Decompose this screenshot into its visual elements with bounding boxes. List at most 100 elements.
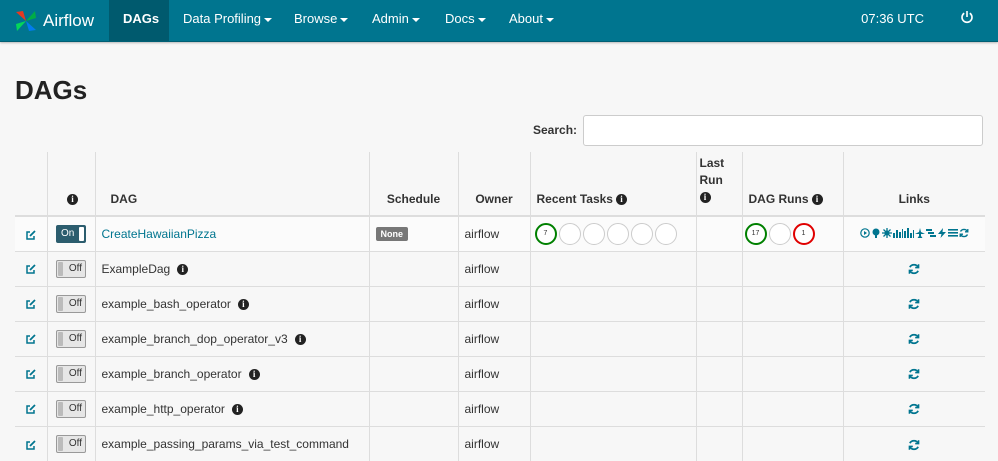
task-status-circle[interactable] xyxy=(582,222,605,245)
nav-docs[interactable]: Docs xyxy=(431,0,500,41)
recent-tasks-cell xyxy=(529,320,696,356)
dag-header-label: DAG xyxy=(110,192,138,206)
refresh-icon[interactable] xyxy=(908,368,920,380)
table-header-row: i DAG Schedule Owner Recent Tasks i Last … xyxy=(15,152,985,217)
schedule-badge[interactable]: None xyxy=(375,227,408,242)
table-row: Off example_http_operator i airflow xyxy=(15,390,985,426)
dag-name[interactable]: ExampleDag xyxy=(102,262,171,276)
col-schedule-header: Schedule xyxy=(368,152,458,217)
info-icon: i xyxy=(67,194,78,206)
owner-cell: airflow xyxy=(457,320,530,356)
edit-icon[interactable] xyxy=(25,298,37,310)
toggle-cell: Off xyxy=(46,285,95,321)
graph-view-icon[interactable] xyxy=(881,227,892,238)
edit-icon[interactable] xyxy=(25,263,37,275)
run-status-circle[interactable]: 17 xyxy=(744,222,767,245)
dag-toggle[interactable]: Off xyxy=(56,364,86,383)
owner-cell: airflow xyxy=(457,215,530,251)
edit-icon[interactable] xyxy=(25,439,37,451)
toggle-cell: Off xyxy=(46,250,95,286)
toggle-cell: Off xyxy=(46,320,95,356)
trigger-dag-icon[interactable] xyxy=(859,227,870,238)
dag-toggle[interactable]: Off xyxy=(56,399,86,418)
nav-about[interactable]: About xyxy=(495,0,568,41)
col-dag-header: DAG xyxy=(94,152,369,217)
last-run-cell xyxy=(695,320,742,356)
task-tries-icon[interactable] xyxy=(903,227,914,238)
task-status-circle[interactable] xyxy=(630,222,653,245)
edit-icon[interactable] xyxy=(25,403,37,415)
refresh-icon[interactable] xyxy=(908,263,920,275)
top-navbar: Airflow DAGs Data Profiling Browse Admin… xyxy=(0,0,998,42)
dag-name[interactable]: example_passing_params_via_test_command xyxy=(102,437,349,451)
task-duration-icon[interactable] xyxy=(892,228,903,238)
schedule-cell xyxy=(368,285,458,321)
toggle-label: Off xyxy=(68,262,82,274)
info-icon: i xyxy=(811,194,823,206)
tree-view-icon[interactable] xyxy=(871,228,881,238)
brand-link[interactable]: Airflow xyxy=(14,0,94,41)
refresh-icon[interactable] xyxy=(908,403,920,415)
info-icon[interactable]: i xyxy=(177,263,189,275)
task-status-circle[interactable] xyxy=(558,222,581,245)
col-edit-header xyxy=(15,152,47,217)
landing-times-icon[interactable] xyxy=(914,227,925,238)
edit-icon[interactable] xyxy=(25,229,37,241)
dag-name[interactable]: example_branch_operator xyxy=(102,367,242,381)
table-row: Off example_branch_dop_operator_v3 i airf… xyxy=(15,320,985,356)
edit-icon[interactable] xyxy=(25,333,37,345)
dag-name[interactable]: example_http_operator xyxy=(102,402,225,416)
dag-toggle[interactable]: Off xyxy=(56,329,86,348)
nav-browse[interactable]: Browse xyxy=(280,0,362,41)
search-input[interactable] xyxy=(583,115,983,146)
task-status-circle[interactable] xyxy=(606,222,629,245)
recent-tasks-header-label: Recent Tasks xyxy=(536,192,613,206)
toggle-label: Off xyxy=(68,402,82,414)
col-links-header: Links xyxy=(842,152,985,217)
nav-dags[interactable]: DAGs xyxy=(109,0,169,41)
nav-data-profiling[interactable]: Data Profiling xyxy=(169,0,286,41)
info-icon[interactable]: i xyxy=(231,403,243,415)
dag-toggle[interactable]: Off xyxy=(56,434,86,453)
dag-toggle[interactable]: Off xyxy=(56,259,86,278)
nav-data-profiling-label: Data Profiling xyxy=(183,11,262,26)
links-cell xyxy=(842,215,985,251)
refresh-icon[interactable] xyxy=(908,333,920,345)
dag-name[interactable]: example_bash_operator xyxy=(102,297,231,311)
dag-toggle[interactable]: Off xyxy=(56,294,86,313)
links-header-label: Links xyxy=(898,192,930,206)
last-run-cell xyxy=(695,250,742,286)
search-label: Search: xyxy=(533,123,578,137)
col-toggle-header: i xyxy=(46,152,95,217)
schedule-cell xyxy=(368,355,458,391)
dag-toggle[interactable]: On xyxy=(56,224,86,243)
refresh-icon[interactable] xyxy=(908,298,920,310)
recent-tasks-cell xyxy=(529,390,696,426)
schedule-cell xyxy=(368,390,458,426)
links-cell xyxy=(842,425,985,461)
task-status-circle[interactable]: 7 xyxy=(534,222,557,245)
power-icon[interactable] xyxy=(960,10,974,29)
gantt-icon[interactable] xyxy=(925,228,936,238)
code-icon[interactable] xyxy=(937,227,947,238)
info-icon[interactable]: i xyxy=(237,298,249,310)
delete-icon[interactable] xyxy=(959,228,969,238)
dag-runs-cell xyxy=(741,390,843,426)
nav-docs-label: Docs xyxy=(445,11,475,26)
info-icon[interactable]: i xyxy=(248,368,260,380)
run-status-circle[interactable] xyxy=(768,222,791,245)
toggle-label: Off xyxy=(68,437,82,449)
info-icon[interactable]: i xyxy=(294,333,306,345)
nav-browse-label: Browse xyxy=(294,11,338,26)
task-status-circle[interactable] xyxy=(654,222,677,245)
links-cell xyxy=(842,285,985,321)
logs-icon[interactable] xyxy=(947,228,958,238)
refresh-icon[interactable] xyxy=(908,439,920,451)
owner-cell: airflow xyxy=(457,355,530,391)
dag-name[interactable]: example_branch_dop_operator_v3 xyxy=(102,332,288,346)
dag-link[interactable]: CreateHawaiianPizza xyxy=(102,227,217,241)
toggle-label: On xyxy=(61,227,75,239)
nav-admin[interactable]: Admin xyxy=(358,0,434,41)
edit-icon[interactable] xyxy=(25,368,37,380)
run-status-circle[interactable]: 1 xyxy=(792,222,815,245)
